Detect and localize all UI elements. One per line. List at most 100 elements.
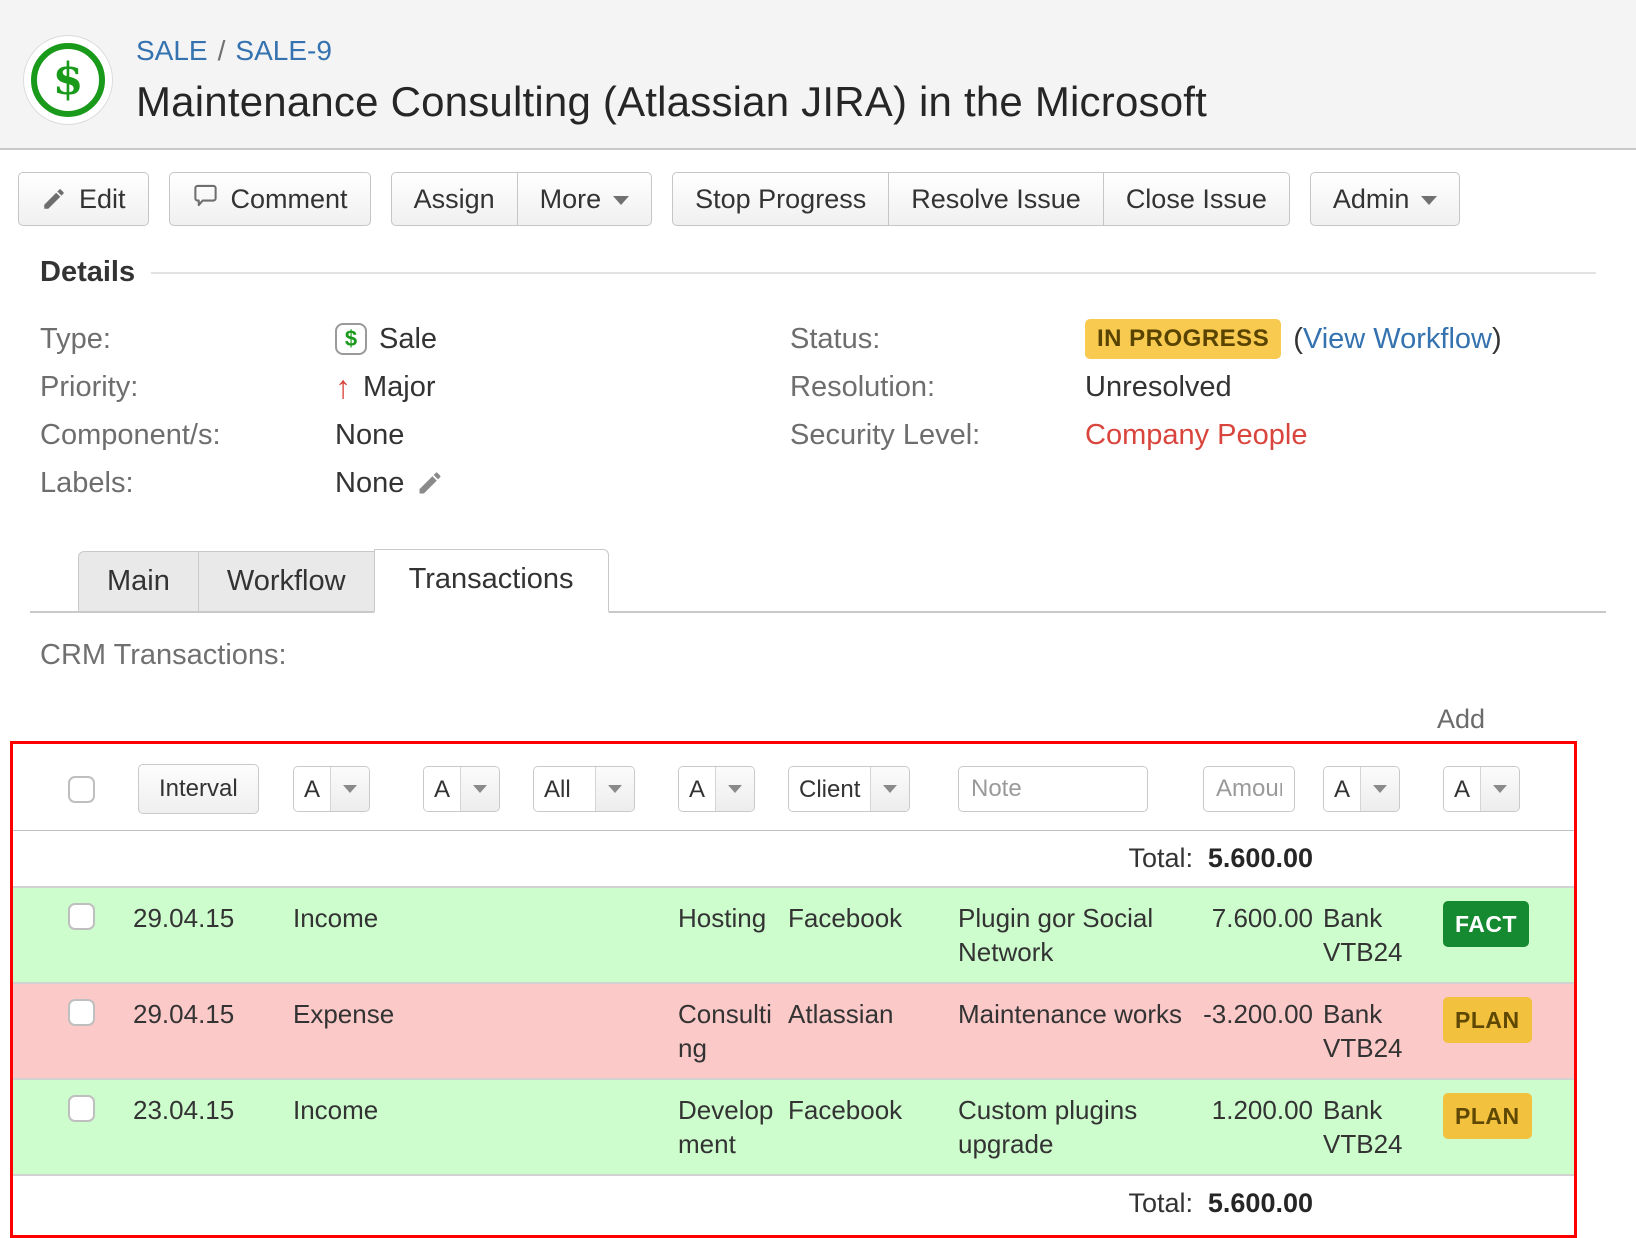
client-filter-dropdown[interactable]: Client (788, 766, 910, 812)
edit-button[interactable]: Edit (18, 172, 149, 226)
chevron-down-icon (1421, 196, 1437, 205)
total-value: 5.600.00 (1203, 843, 1313, 874)
tab-workflow[interactable]: Workflow (198, 551, 375, 611)
cell-client: Atlassian (788, 997, 948, 1031)
cell-amount: 7.600.00 (1203, 901, 1313, 935)
cell-account: Bank VTB24 (1323, 997, 1433, 1065)
cell-account: Bank VTB24 (1323, 1093, 1433, 1161)
add-transaction-link[interactable]: Add (1437, 704, 1485, 734)
details-section: Details Type: $ Sale Priority: ↑ Major C… (40, 256, 1596, 507)
chevron-down-icon (1481, 767, 1519, 811)
cell-date: 23.04.15 (133, 1093, 283, 1127)
issue-toolbar: Edit Comment Assign More Stop Progress R… (18, 172, 1636, 226)
chevron-down-icon (596, 767, 634, 811)
pencil-icon (41, 186, 67, 212)
cell-category: Development (678, 1093, 778, 1161)
note-filter-input[interactable] (958, 766, 1148, 812)
account-filter-dropdown[interactable]: A (1323, 766, 1400, 812)
total-row-top: Total: 5.600.00 (13, 831, 1574, 886)
row-checkbox[interactable] (68, 903, 95, 930)
field-resolution: Resolution: Unresolved (790, 363, 1596, 411)
cell-date: 29.04.15 (133, 997, 283, 1031)
field-type: Type: $ Sale (40, 315, 790, 363)
labels-label: Labels: (40, 467, 335, 500)
cell-date: 29.04.15 (133, 901, 283, 935)
cell-category: Hosting (678, 901, 778, 935)
details-divider (151, 272, 1596, 274)
type-filter-dropdown[interactable]: A (293, 766, 370, 812)
chevron-down-icon (613, 196, 629, 205)
comment-bubble-icon (192, 182, 219, 216)
cell-type: Expense (293, 997, 413, 1031)
edit-labels-pencil-icon[interactable] (416, 469, 444, 497)
amount-filter-input[interactable] (1203, 766, 1295, 812)
components-label: Component/s: (40, 419, 335, 452)
cell-category: Consulting (678, 997, 778, 1065)
assign-more-group: Assign More (391, 172, 653, 226)
view-workflow-link[interactable]: View Workflow (1303, 323, 1492, 355)
details-heading: Details (40, 256, 135, 289)
resolution-label: Resolution: (790, 371, 1085, 404)
cell-client: Facebook (788, 901, 948, 935)
interval-filter-button[interactable]: Interval (138, 764, 259, 814)
total-label: Total: (958, 843, 1193, 874)
comment-button[interactable]: Comment (169, 172, 371, 226)
crm-transactions-label: CRM Transactions: (40, 639, 1636, 672)
type-label: Type: (40, 323, 335, 356)
resolution-value: Unresolved (1085, 371, 1232, 404)
filter-row: Interval A A All A Client A A (13, 758, 1574, 831)
chevron-down-icon (331, 767, 369, 811)
type-value: Sale (379, 323, 437, 356)
total-value: 5.600.00 (1203, 1188, 1313, 1219)
row-checkbox[interactable] (68, 1095, 95, 1122)
chevron-down-icon (871, 767, 909, 811)
cell-amount: -3.200.00 (1203, 997, 1313, 1031)
close-issue-button[interactable]: Close Issue (1104, 172, 1290, 226)
priority-major-icon: ↑ (335, 371, 351, 403)
tab-main[interactable]: Main (78, 551, 199, 611)
breadcrumb-issue-link[interactable]: SALE-9 (235, 35, 332, 66)
chevron-down-icon (1361, 767, 1399, 811)
category-filter-dropdown[interactable]: A (678, 766, 755, 812)
stop-progress-button[interactable]: Stop Progress (672, 172, 889, 226)
dollar-icon: $ (31, 43, 105, 117)
select-all-checkbox[interactable] (68, 776, 95, 803)
workflow-buttons-group: Stop Progress Resolve Issue Close Issue (672, 172, 1290, 226)
status-badge-plan: PLAN (1443, 997, 1532, 1043)
all-filter-dropdown[interactable]: All (533, 766, 635, 812)
cell-type: Income (293, 901, 413, 935)
status-filter-dropdown[interactable]: A (1443, 766, 1520, 812)
cell-note: Plugin gor Social Network (958, 901, 1193, 969)
field-status: Status: IN PROGRESS (View Workflow) (790, 315, 1596, 363)
cell-amount: 1.200.00 (1203, 1093, 1313, 1127)
sale-type-icon: $ (335, 323, 367, 355)
field-priority: Priority: ↑ Major (40, 363, 790, 411)
more-button[interactable]: More (518, 172, 653, 226)
total-label: Total: (958, 1188, 1193, 1219)
issue-avatar: $ (24, 36, 112, 124)
status-badge-fact: FACT (1443, 901, 1529, 947)
admin-button[interactable]: Admin (1310, 172, 1461, 226)
cell-account: Bank VTB24 (1323, 901, 1433, 969)
security-level-label: Security Level: (790, 419, 1085, 452)
breadcrumb-separator: / (218, 35, 226, 66)
priority-label: Priority: (40, 371, 335, 404)
cell-type: Income (293, 1093, 413, 1127)
assign-button[interactable]: Assign (391, 172, 518, 226)
breadcrumb-project-link[interactable]: SALE (136, 35, 208, 66)
priority-value: Major (363, 371, 436, 404)
issue-tabs: Main Workflow Transactions (30, 549, 1606, 613)
field-labels: Labels: None (40, 459, 790, 507)
transaction-row: 29.04.15 Expense Consulting Atlassian Ma… (13, 982, 1574, 1078)
transaction-row: 29.04.15 Income Hosting Facebook Plugin … (13, 886, 1574, 982)
resolve-issue-button[interactable]: Resolve Issue (889, 172, 1104, 226)
chevron-down-icon (461, 767, 499, 811)
status-label: Status: (790, 323, 1085, 356)
page-title: Maintenance Consulting (Atlassian JIRA) … (136, 78, 1207, 126)
project-filter-dropdown[interactable]: A (423, 766, 500, 812)
tab-transactions[interactable]: Transactions (374, 549, 609, 613)
breadcrumb: SALE / SALE-9 (136, 36, 1207, 66)
transactions-panel: Interval A A All A Client A A (10, 741, 1577, 1238)
row-checkbox[interactable] (68, 999, 95, 1026)
status-badge: IN PROGRESS (1085, 319, 1281, 359)
